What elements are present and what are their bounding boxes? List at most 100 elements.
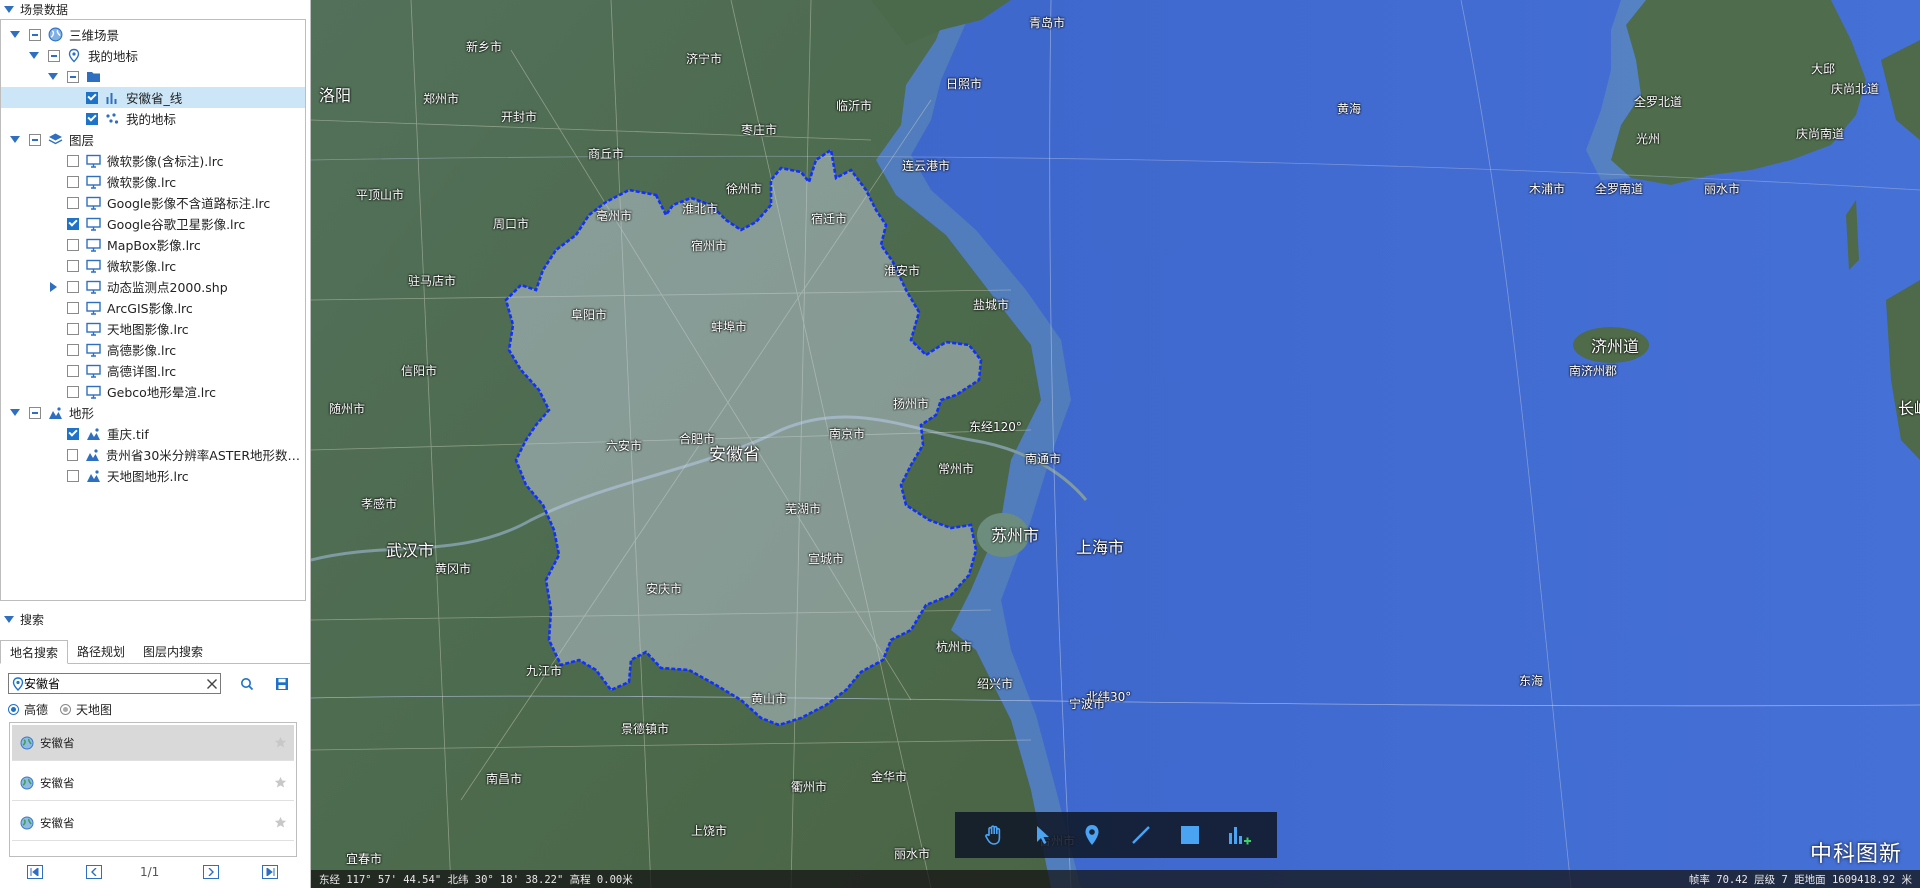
tree-checkbox[interactable] — [67, 196, 79, 209]
list-item[interactable]: 安徽省 — [12, 725, 294, 761]
map-view[interactable]: 洛阳 郑州市 新乡市 济宁市 青岛市 日照市 临沂市 开封市 商丘市 枣庄市 连云港市 徐州市 平顶山市… — [311, 0, 1920, 888]
render-stats: 帧率 70.42 层级 7 距地面 1609418.92 米 — [1688, 873, 1912, 886]
tree-checkbox[interactable] — [67, 70, 79, 83]
search-source-radios: 高德 天地图 — [8, 701, 124, 718]
tree-item[interactable]: 我的地标 — [1, 108, 305, 129]
tree-item[interactable]: 高德详图.lrc — [1, 360, 305, 381]
tree-item[interactable] — [1, 66, 305, 87]
map-label: 安庆市 — [646, 582, 683, 596]
expand-triangle-icon[interactable] — [9, 134, 21, 146]
result-name: 安徽省 — [40, 735, 75, 750]
map-label: 孝感市 — [361, 497, 398, 511]
list-item[interactable]: 安徽省 — [12, 805, 294, 841]
tree-checkbox[interactable] — [67, 364, 79, 377]
tree-checkbox[interactable] — [67, 322, 79, 335]
expand-triangle-icon[interactable] — [47, 71, 59, 83]
tree-item[interactable]: 动态监测点2000.shp — [1, 276, 305, 297]
tab-layer-search[interactable]: 图层内搜索 — [134, 640, 212, 664]
tree-checkbox[interactable] — [67, 238, 79, 251]
tree-checkbox[interactable] — [67, 154, 79, 167]
star-icon[interactable] — [272, 775, 288, 791]
next-page-button[interactable] — [203, 865, 219, 879]
radio-gaode[interactable]: 高德 — [8, 701, 48, 718]
tree-item[interactable]: 高德影像.lrc — [1, 339, 305, 360]
tree-item[interactable]: 图层 — [1, 129, 305, 150]
app-window: 场景数据 三维场景 我的地标 安徽省_线 我的地标 图层 微软影像(含标注).lrc 微软影… — [0, 0, 1920, 888]
search-button[interactable] — [237, 674, 257, 694]
last-page-button[interactable] — [262, 865, 278, 879]
terrain-icon — [85, 426, 101, 442]
tree-item[interactable]: ArcGIS影像.lrc — [1, 297, 305, 318]
tree-item[interactable]: 重庆.tif — [1, 423, 305, 444]
map-label: 淮安市 — [884, 264, 921, 278]
pan-hand-icon[interactable] — [979, 820, 1009, 850]
list-item[interactable]: 安徽省 — [12, 765, 294, 801]
tree-checkbox[interactable] — [67, 280, 79, 293]
map-label: 景德镇市 — [621, 722, 670, 736]
tree-checkbox[interactable] — [67, 259, 79, 272]
placemark-pin-icon[interactable] — [1077, 820, 1107, 850]
radio-tianditu[interactable]: 天地图 — [60, 701, 112, 718]
tree-checkbox[interactable] — [67, 469, 79, 482]
map-label: 宣城市 — [808, 552, 845, 566]
tree-checkbox[interactable] — [67, 343, 79, 356]
tree-item[interactable]: 微软影像.lrc — [1, 171, 305, 192]
tree-item-label: 我的地标 — [88, 49, 139, 64]
tab-place-search[interactable]: 地名搜索 — [0, 640, 69, 664]
tree-item[interactable]: MapBox影像.lrc — [1, 234, 305, 255]
tree-checkbox[interactable] — [86, 112, 98, 125]
tree-item[interactable]: Google影像不含道路标注.lrc — [1, 192, 305, 213]
tab-route-planning[interactable]: 路径规划 — [68, 640, 134, 664]
tree-checkbox[interactable] — [67, 217, 79, 230]
tree-item[interactable]: 微软影像.lrc — [1, 255, 305, 276]
tree-item[interactable]: Google谷歌卫星影像.lrc — [1, 213, 305, 234]
select-arrow-icon[interactable] — [1028, 820, 1058, 850]
search-header[interactable]: 搜索 — [0, 610, 306, 628]
tree-item-label: 三维场景 — [69, 28, 120, 43]
tree-checkbox[interactable] — [67, 427, 79, 440]
expand-triangle-icon[interactable] — [9, 29, 21, 41]
draw-line-icon[interactable] — [1126, 820, 1156, 850]
tree-item[interactable]: 贵州省30米分辨率ASTER地形数据... — [1, 444, 305, 465]
tree-checkbox[interactable] — [29, 28, 41, 41]
tree-checkbox[interactable] — [29, 406, 41, 419]
tree-checkbox[interactable] — [67, 175, 79, 188]
radio-label: 高德 — [24, 703, 49, 717]
draw-polygon-icon[interactable] — [1175, 820, 1205, 850]
tree-item[interactable]: 天地图影像.lrc — [1, 318, 305, 339]
chart-add-icon[interactable] — [1224, 820, 1254, 850]
tree-item[interactable]: 微软影像(含标注).lrc — [1, 150, 305, 171]
tree-checkbox[interactable] — [48, 49, 60, 62]
first-page-button[interactable] — [27, 865, 43, 879]
map-label: 南济州郡 — [1569, 364, 1618, 378]
star-icon[interactable] — [272, 735, 288, 751]
tree-item[interactable]: 三维场景 — [1, 24, 305, 45]
monitor-icon — [85, 363, 101, 379]
prev-page-button[interactable] — [86, 865, 102, 879]
tree-checkbox[interactable] — [29, 133, 41, 146]
collapsed-triangle-icon[interactable] — [47, 281, 59, 293]
location-pin-icon — [12, 676, 24, 691]
map-label: 商丘市 — [588, 147, 625, 161]
expand-triangle-icon[interactable] — [9, 407, 21, 419]
globe-icon — [20, 736, 34, 749]
tree-checkbox[interactable] — [66, 448, 79, 461]
tree-checkbox[interactable] — [67, 301, 79, 314]
tree-item[interactable]: 我的地标 — [1, 45, 305, 66]
map-label: 随州市 — [329, 402, 366, 416]
expand-triangle-icon[interactable] — [28, 50, 40, 62]
tree-item[interactable]: 安徽省_线 — [1, 87, 305, 108]
map-label: 苏州市 — [991, 526, 1040, 545]
clear-icon[interactable] — [204, 676, 220, 692]
map-label: 青岛市 — [1029, 16, 1066, 30]
tree-item[interactable]: Gebco地形晕渲.lrc — [1, 381, 305, 402]
tree-checkbox[interactable] — [67, 385, 79, 398]
tree-item[interactable]: 地形 — [1, 402, 305, 423]
star-icon[interactable] — [272, 815, 288, 831]
tree-checkbox[interactable] — [86, 91, 98, 104]
scene-data-header[interactable]: 场景数据 — [0, 0, 310, 18]
globe-icon — [20, 816, 34, 829]
tree-item[interactable]: 天地图地形.lrc — [1, 465, 305, 486]
search-input[interactable] — [24, 676, 204, 691]
save-button[interactable] — [272, 674, 292, 694]
